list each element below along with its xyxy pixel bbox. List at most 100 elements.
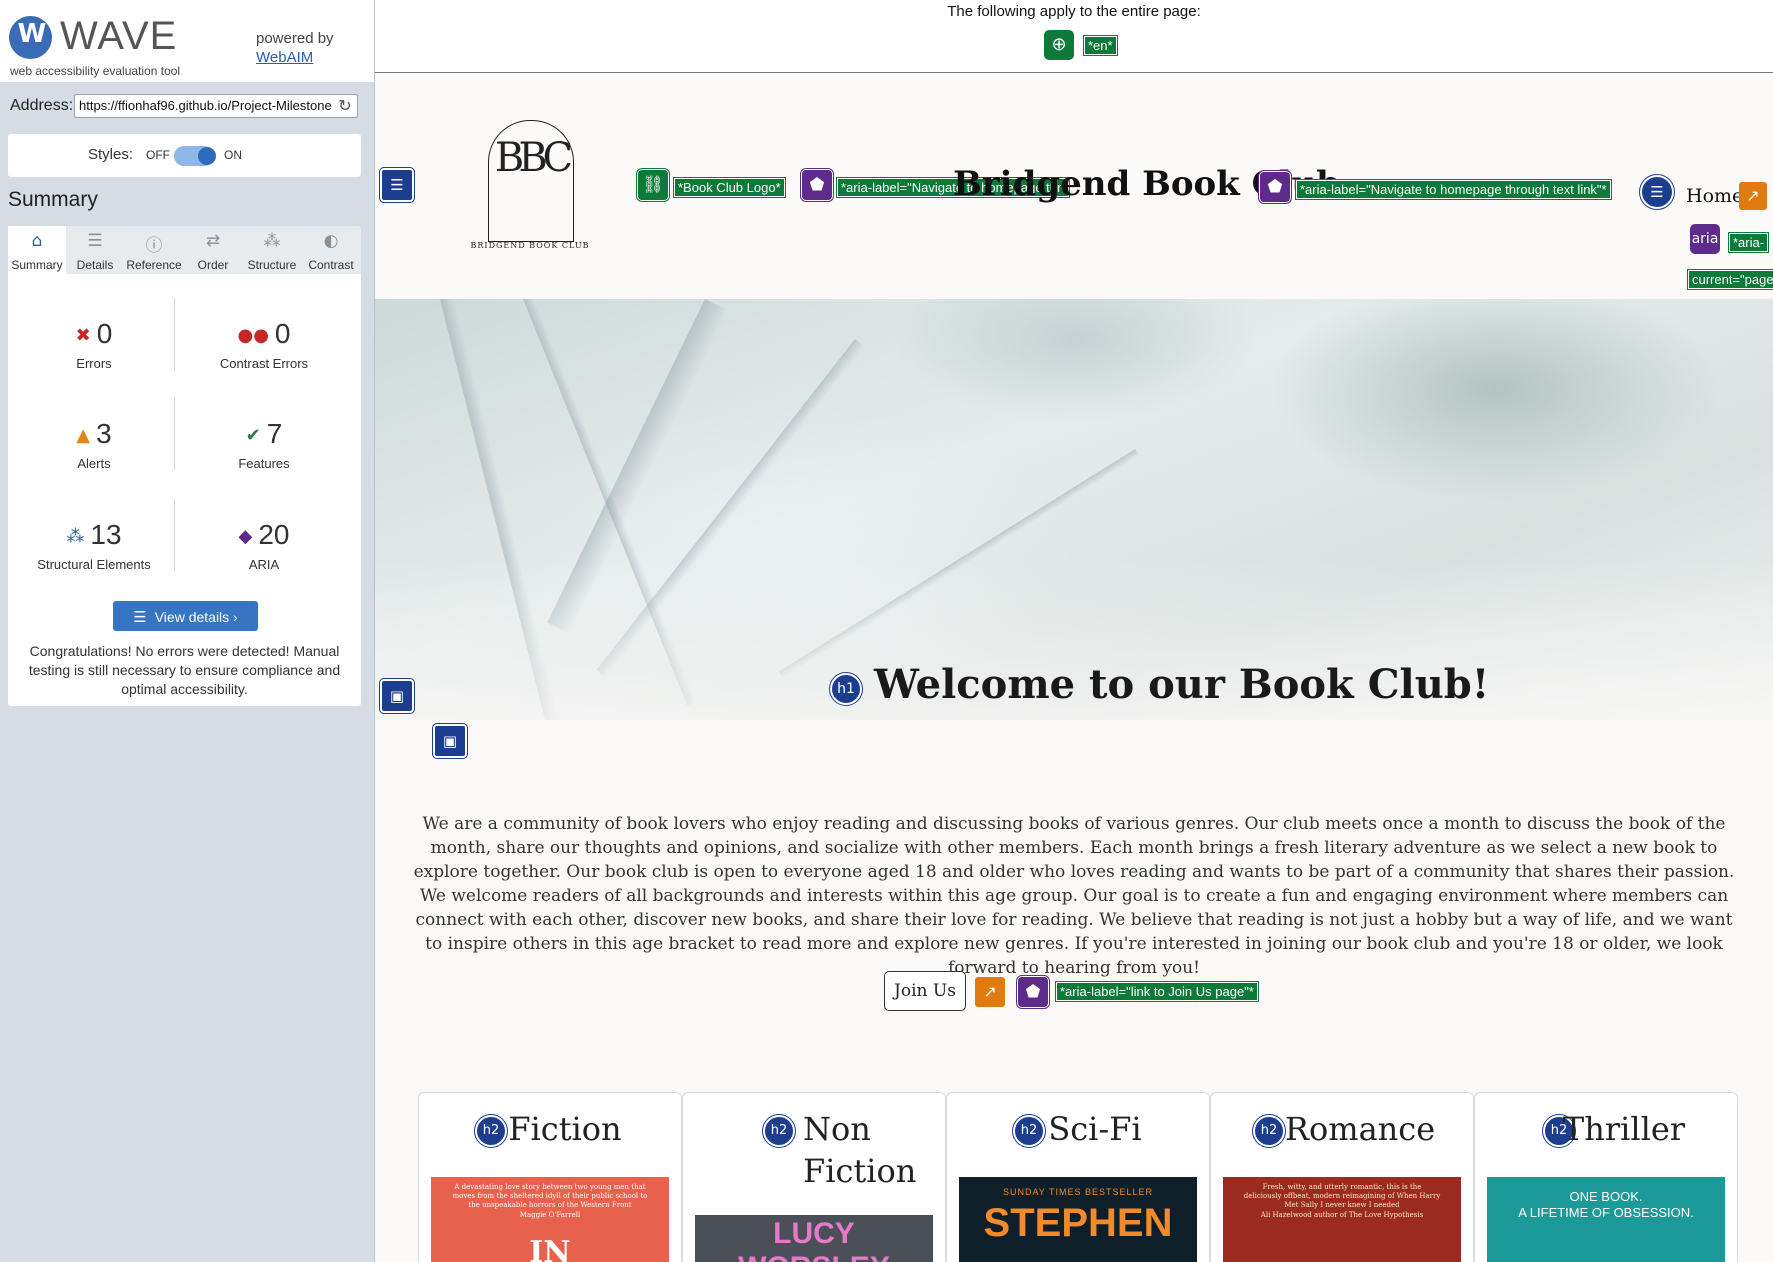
tab-reference[interactable]: ⓘ Reference (125, 226, 183, 274)
order-icon: ⇄ (205, 231, 221, 251)
wave-sidebar: W WAVE web accessibility evaluation tool… (0, 0, 375, 1262)
cover-author: Maggie O'Farrell (519, 1211, 581, 1219)
hero-banner: ▣ h1 Welcome to our Book Club! (375, 299, 1773, 720)
reload-icon[interactable]: ↻ (336, 97, 354, 115)
genre-title: Fiction (508, 1110, 622, 1148)
page-banner-text: The following apply to the entire page: (947, 3, 1201, 20)
book-cover: Fresh, witty, and utterly romantic, this… (1223, 1177, 1461, 1262)
nav-home-link[interactable]: Home (1686, 185, 1743, 207)
contrast-errors-stat[interactable]: ●● 0 Contrast Errors (184, 318, 344, 371)
tab-label: Reference (126, 258, 182, 272)
aria-label-join: *aria-label="link to Join Us page"* (1055, 981, 1259, 1002)
wave-logo-letter: W (17, 19, 47, 49)
aria-stat[interactable]: ◆ 20 ARIA (184, 519, 344, 572)
structural-label: Structural Elements (37, 557, 151, 572)
cover-tagline: SUNDAY TIMES BESTSELLER (1002, 1187, 1154, 1197)
cover-title: IN (529, 1235, 571, 1262)
toggle-knob (198, 147, 216, 165)
structure-icon: ⁂ (263, 231, 281, 251)
logo-caption: BRIDGEND BOOK CLUB (470, 241, 590, 250)
aria-current-label: *aria- (1727, 232, 1770, 253)
header-region-icon[interactable]: ☰ (379, 167, 415, 203)
styles-off-label: OFF (146, 148, 170, 162)
list-icon: ☰ (133, 608, 147, 626)
contrast-errors-count: 0 (274, 318, 291, 349)
book-cover: SUNDAY TIMES BESTSELLER STEPHEN (959, 1177, 1197, 1262)
info-icon: ⓘ (145, 236, 163, 256)
cover-author: Ali Hazelwood author of The Love Hypothe… (1260, 1211, 1424, 1219)
main-region-icon[interactable]: ▣ (379, 678, 415, 714)
features-stat[interactable]: ✔ 7 Features (184, 418, 344, 471)
linked-image-icon[interactable]: ⛓ (636, 168, 670, 202)
tab-label: Summary (11, 258, 63, 272)
aria-tag-icon[interactable]: ⬟ (1258, 170, 1292, 204)
tab-details[interactable]: ☰ Details (66, 226, 124, 274)
styles-label: Styles: (88, 146, 134, 163)
congrats-message: Congratulations! No errors were detected… (28, 643, 341, 697)
styles-on-label: ON (224, 148, 242, 162)
genre-card-romance[interactable]: h2 Romance Fresh, witty, and utterly rom… (1210, 1092, 1474, 1262)
view-details-button[interactable]: ☰ View details › (113, 601, 258, 631)
alert-triangle-icon: ▲ (76, 425, 91, 446)
genre-title: Romance (1284, 1110, 1436, 1148)
join-us-button[interactable]: Join Us (884, 971, 966, 1011)
address-label: Address: (10, 97, 74, 114)
genre-title: Sci-Fi (1048, 1110, 1142, 1148)
error-x-icon: ✖ (75, 325, 91, 346)
site-header: ☰ BBC BRIDGEND BOOK CLUB ⛓ *Book Club Lo… (375, 73, 1773, 299)
genre-card-fiction[interactable]: h2 Fiction A devastating love story betw… (418, 1092, 682, 1262)
book-cover: A devastating love story between two you… (431, 1177, 669, 1262)
language-globe-icon[interactable]: ⊕ (1044, 30, 1074, 60)
view-details-label: View details › (154, 609, 238, 625)
contrast-errors-label: Contrast Errors (219, 356, 309, 371)
powered-by-label: powered by (256, 30, 334, 47)
styles-panel: Styles: OFF ON (8, 134, 361, 177)
tab-structure[interactable]: ⁂ Structure (243, 226, 301, 274)
aria-label: ARIA (248, 557, 280, 572)
structural-count: 13 (90, 519, 122, 550)
aria-tag-icon[interactable]: ⬟ (1016, 975, 1050, 1009)
evaluated-page: The following apply to the entire page: … (375, 0, 1773, 1262)
aria-cube-icon: ◆ (238, 526, 253, 547)
book-cover: ONE BOOK. A LIFETIME OF OBSESSION. (1487, 1177, 1725, 1262)
genre-card-sci-fi[interactable]: h2 Sci-Fi SUNDAY TIMES BESTSELLER STEPHE… (946, 1092, 1210, 1262)
aria-tag-icon[interactable]: ⬟ (800, 168, 834, 202)
contrast-icon: ◐ (323, 231, 339, 251)
errors-stat[interactable]: ✖ 0 Errors (14, 318, 174, 371)
wave-subtitle: web accessibility evaluation tool (10, 64, 181, 78)
tab-bar: ⌂ Summary ☰ Details ⓘ Reference ⇄ Order ⁂ Str… (8, 226, 361, 274)
summary-heading: Summary (8, 188, 98, 211)
alert-redundant-link-icon[interactable]: ↗ (1739, 182, 1767, 210)
cover-blurb: Fresh, witty, and utterly romantic, this… (1243, 1183, 1441, 1209)
alerts-count: 3 (96, 418, 112, 449)
site-logo[interactable]: BBC (488, 120, 574, 242)
address-input[interactable]: https://ffionhaf96.github.io/Project-Mil… (74, 94, 358, 118)
intro-paragraph: We are a community of book lovers who en… (413, 814, 1735, 978)
language-label: *en* (1083, 35, 1118, 56)
h1-badge-icon[interactable]: h1 (829, 672, 863, 706)
aria-badge-icon[interactable]: aria (1690, 224, 1720, 254)
cover-tagline: ONE BOOK. (1569, 1189, 1643, 1204)
styles-toggle[interactable] (174, 146, 216, 166)
genre-card-non-fiction[interactable]: h2 Non Fiction LUCY WORSLEY (682, 1092, 946, 1262)
errors-count: 0 (96, 318, 113, 349)
nav-list-icon[interactable]: ☰ (1639, 174, 1675, 210)
cover-title: LUCY WORSLEY (738, 1217, 890, 1262)
wave-logo-icon[interactable]: W (9, 16, 52, 59)
genre-title: Non Fiction (803, 1110, 917, 1190)
structural-stat[interactable]: ⁂ 13 Structural Elements (14, 519, 174, 572)
alerts-stat[interactable]: ▲ 3 Alerts (14, 418, 174, 471)
tab-summary[interactable]: ⌂ Summary (8, 226, 66, 274)
alert-redundant-link-icon[interactable]: ↗ (975, 977, 1005, 1007)
contrast-error-icon: ●● (237, 325, 269, 346)
tab-contrast[interactable]: ◐ Contrast (302, 226, 360, 274)
page-wide-banner: The following apply to the entire page: … (375, 0, 1773, 73)
section-region-icon[interactable]: ▣ (432, 723, 468, 759)
wave-title: WAVE (60, 14, 178, 58)
tab-label: Order (197, 258, 229, 272)
divider (174, 398, 175, 470)
tab-order[interactable]: ⇄ Order (184, 226, 242, 274)
genre-card-thriller[interactable]: h2 Thriller ONE BOOK. A LIFETIME OF OBSE… (1474, 1092, 1738, 1262)
webaim-link[interactable]: WebAIM (256, 49, 313, 66)
genre-title: Thriller (1562, 1110, 1686, 1148)
